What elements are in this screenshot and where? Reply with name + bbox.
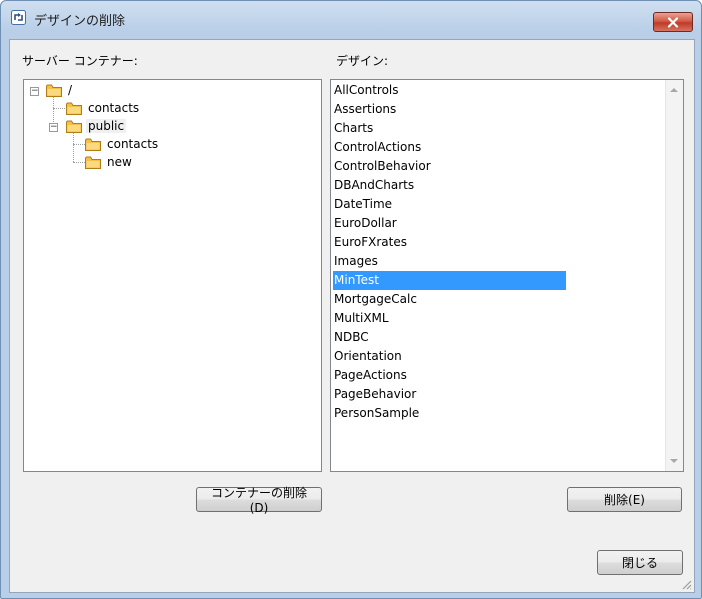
list-item[interactable]: Images — [333, 252, 566, 271]
list-item[interactable]: PersonSample — [333, 404, 566, 423]
server-container-tree[interactable]: − / contacts − public contacts new — [23, 79, 322, 472]
design-list[interactable]: AllControls Assertions Charts ControlAct… — [330, 79, 684, 472]
tree-node-root[interactable]: / — [46, 82, 74, 98]
folder-icon — [46, 84, 62, 97]
list-item[interactable]: DateTime — [333, 195, 566, 214]
list-item[interactable]: DBAndCharts — [333, 176, 566, 195]
tree-collapse-toggle[interactable]: − — [49, 123, 58, 132]
list-item-selected[interactable]: MinTest — [333, 271, 566, 290]
tree-node-label: new — [107, 155, 132, 169]
list-item[interactable]: ControlBehavior — [333, 157, 566, 176]
window-title: デザインの削除 — [34, 14, 126, 29]
vertical-scrollbar[interactable] — [665, 80, 683, 471]
tree-connector — [53, 108, 65, 109]
list-item[interactable]: Orientation — [333, 347, 566, 366]
delete-design-button[interactable]: 削除(E) — [567, 487, 682, 512]
folder-icon — [66, 102, 82, 115]
close-window-button[interactable] — [653, 12, 693, 32]
server-containers-label: サーバー コンテナー: — [22, 54, 138, 68]
tree-node-label: / — [68, 83, 73, 97]
close-button[interactable]: 閉じる — [597, 550, 683, 575]
close-icon — [667, 16, 679, 28]
title-bar[interactable]: デザインの削除 — [1, 1, 701, 35]
tree-node-public-new[interactable]: new — [85, 154, 134, 170]
tree-node-label: public — [86, 119, 127, 133]
tree-connector — [73, 162, 85, 163]
list-item[interactable]: ControlActions — [333, 138, 566, 157]
list-item[interactable]: PageActions — [333, 366, 566, 385]
tree-node-public[interactable]: public — [66, 118, 127, 134]
dialog-client-area: サーバー コンテナー: デザイン: − / contacts − public … — [9, 39, 695, 593]
tree-connector — [73, 144, 85, 145]
list-item[interactable]: Charts — [333, 119, 566, 138]
designs-label: デザイン: — [336, 54, 389, 68]
scroll-up-icon[interactable] — [670, 88, 678, 92]
tree-connector — [73, 132, 74, 162]
folder-icon — [85, 156, 101, 169]
tree-node-label: contacts — [107, 137, 159, 151]
tree-node-contacts[interactable]: contacts — [66, 100, 141, 116]
list-item[interactable]: PageBehavior — [333, 385, 566, 404]
list-item[interactable]: EuroFXrates — [333, 233, 566, 252]
list-item[interactable]: Assertions — [333, 100, 566, 119]
resize-grip-icon[interactable] — [680, 578, 692, 590]
folder-icon — [85, 138, 101, 151]
delete-container-button[interactable]: コンテナーの削除(D) — [196, 486, 322, 515]
dialog-window: デザインの削除 サーバー コンテナー: デザイン: − / contacts −… — [0, 0, 702, 599]
tree-node-public-contacts[interactable]: contacts — [85, 136, 160, 152]
list-item[interactable]: EuroDollar — [333, 214, 566, 233]
list-item[interactable]: MortgageCalc — [333, 290, 566, 309]
tree-node-label: contacts — [88, 101, 140, 115]
design-delete-icon — [11, 10, 26, 25]
folder-icon — [66, 120, 82, 133]
tree-collapse-toggle[interactable]: − — [30, 87, 39, 96]
scroll-down-icon[interactable] — [670, 459, 678, 463]
list-item[interactable]: NDBC — [333, 328, 566, 347]
list-item[interactable]: MultiXML — [333, 309, 566, 328]
list-item[interactable]: AllControls — [333, 81, 566, 100]
